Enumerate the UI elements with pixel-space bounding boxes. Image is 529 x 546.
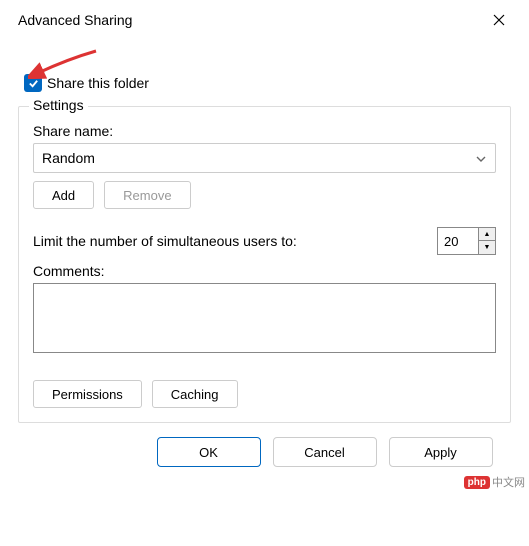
dialog-title: Advanced Sharing	[18, 12, 132, 28]
spinner-buttons: ▲ ▼	[478, 228, 495, 254]
share-name-label: Share name:	[33, 123, 496, 139]
watermark-badge: php	[464, 476, 490, 489]
caching-button[interactable]: Caching	[152, 380, 238, 408]
chevron-down-icon	[475, 150, 487, 166]
add-button[interactable]: Add	[33, 181, 94, 209]
share-name-value: Random	[42, 150, 95, 166]
dialog-content: Share this folder Settings Share name: R…	[0, 40, 529, 477]
share-folder-label: Share this folder	[47, 75, 149, 91]
titlebar: Advanced Sharing	[0, 0, 529, 40]
ok-button[interactable]: OK	[157, 437, 261, 467]
comments-textarea[interactable]	[33, 283, 496, 353]
permissions-button[interactable]: Permissions	[33, 380, 142, 408]
close-icon	[493, 14, 505, 26]
limit-users-row: Limit the number of simultaneous users t…	[33, 227, 496, 255]
comments-label: Comments:	[33, 263, 496, 279]
spinner-up-button[interactable]: ▲	[479, 228, 495, 241]
permissions-caching-row: Permissions Caching	[33, 380, 496, 408]
cancel-button[interactable]: Cancel	[273, 437, 377, 467]
apply-button[interactable]: Apply	[389, 437, 493, 467]
watermark-text: 中文网	[492, 474, 525, 490]
share-name-buttons: Add Remove	[33, 181, 496, 209]
close-button[interactable]	[483, 6, 515, 34]
limit-users-input[interactable]	[438, 228, 478, 254]
settings-legend: Settings	[29, 97, 88, 113]
dialog-buttons: OK Cancel Apply	[138, 437, 511, 467]
share-folder-checkbox[interactable]	[24, 74, 42, 92]
spinner-down-button[interactable]: ▼	[479, 241, 495, 254]
watermark: php 中文网	[464, 474, 525, 490]
settings-group: Settings Share name: Random Add Remove L…	[18, 106, 511, 423]
limit-users-spinner[interactable]: ▲ ▼	[437, 227, 496, 255]
share-folder-row: Share this folder	[24, 74, 511, 92]
share-name-select[interactable]: Random	[33, 143, 496, 173]
remove-button: Remove	[104, 181, 190, 209]
check-icon	[28, 78, 39, 89]
limit-users-label: Limit the number of simultaneous users t…	[33, 233, 297, 249]
